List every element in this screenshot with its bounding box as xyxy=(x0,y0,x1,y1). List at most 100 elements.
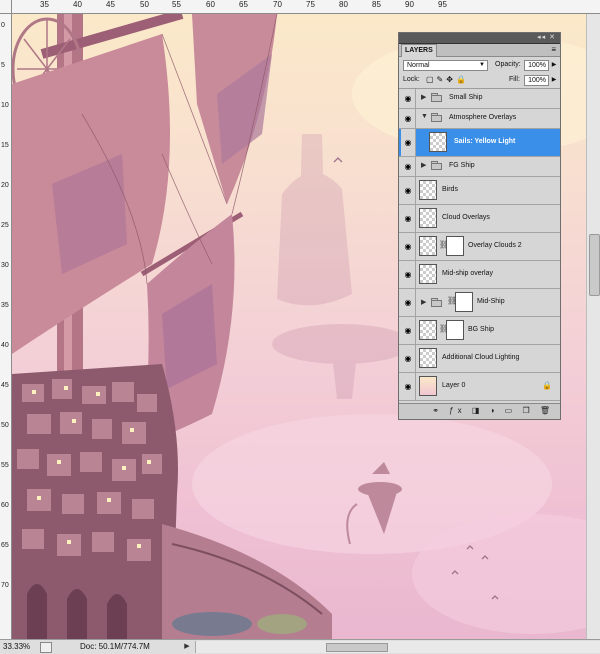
layer-name: Small Ship xyxy=(449,94,483,101)
layer-name: FG Ship xyxy=(449,162,475,169)
expand-arrow-icon[interactable]: ▶ xyxy=(421,93,426,101)
layer-birds[interactable]: ◉ Birds xyxy=(399,177,560,205)
expand-arrow-icon[interactable]: ▶ xyxy=(421,298,426,306)
ruler-tick-label: 45 xyxy=(106,0,115,9)
eye-icon[interactable]: ◉ xyxy=(401,317,416,344)
ruler-tick-label: 70 xyxy=(1,582,9,589)
eye-icon[interactable]: ◉ xyxy=(401,109,416,128)
ruler-tick-label: 15 xyxy=(1,142,9,149)
eye-icon[interactable]: ◉ xyxy=(401,205,416,232)
folder-icon xyxy=(431,113,442,122)
ruler-tick-label: 85 xyxy=(372,0,381,9)
horizontal-scrollbar[interactable] xyxy=(195,641,600,653)
zoom-level[interactable]: 33.33% xyxy=(3,642,30,651)
folder-icon xyxy=(431,161,442,170)
ruler-tick-label: 80 xyxy=(339,0,348,9)
tab-layers[interactable]: LAYERS xyxy=(401,44,437,57)
lock-label: Lock: xyxy=(403,76,420,83)
eye-icon[interactable]: ◉ xyxy=(401,345,416,372)
eye-icon[interactable]: ◉ xyxy=(401,129,416,156)
eye-icon[interactable]: ◉ xyxy=(401,89,416,108)
ruler-tick-label: 75 xyxy=(306,0,315,9)
horizontal-scroll-thumb[interactable] xyxy=(326,643,388,652)
ruler-tick-label: 60 xyxy=(206,0,215,9)
lock-fill-row: Lock: ▢✎✥🔒 Fill: 100% ▶ xyxy=(399,73,560,89)
layer-name: Mid-Ship xyxy=(477,298,505,305)
status-menu-arrow-icon[interactable]: ▶ xyxy=(183,642,191,651)
layer-group-small-ship[interactable]: ◉ ▶ Small Ship xyxy=(399,89,560,109)
ruler-tick-label: 25 xyxy=(1,222,9,229)
layer-name: Atmosphere Overlays xyxy=(449,114,517,121)
layer-mid-ship-overlay[interactable]: ◉ Mid-ship overlay xyxy=(399,261,560,289)
ruler-tick-label: 65 xyxy=(239,0,248,9)
ruler-tick-label: 0 xyxy=(1,22,5,29)
opacity-slider-arrow-icon[interactable]: ▶ xyxy=(550,60,558,71)
fill-input[interactable]: 100% xyxy=(524,75,549,86)
chevron-down-icon: ▼ xyxy=(479,62,485,68)
layer-thumbnail xyxy=(419,264,437,284)
ruler-tick-label: 10 xyxy=(1,102,9,109)
ruler-tick-label: 20 xyxy=(1,182,9,189)
folder-icon xyxy=(431,93,442,102)
fill-label: Fill: xyxy=(509,76,520,83)
layer-name: Cloud Overlays xyxy=(442,214,490,221)
horizontal-ruler[interactable]: 35 40 45 50 55 60 65 70 75 80 85 90 95 xyxy=(0,0,600,14)
eye-icon[interactable]: ◉ xyxy=(401,289,416,316)
layer-thumbnail xyxy=(419,208,437,228)
layer-0[interactable]: ◉ Layer 0 🔒 xyxy=(399,373,560,401)
opacity-label: Opacity: xyxy=(495,61,521,68)
ruler-tick-label: 5 xyxy=(1,62,5,69)
eye-icon[interactable]: ◉ xyxy=(401,373,416,400)
layer-mask-thumbnail[interactable] xyxy=(446,236,464,256)
layer-group-atmosphere-overlays[interactable]: ◉ ▼ Atmosphere Overlays xyxy=(399,109,560,129)
ruler-tick-label: 35 xyxy=(40,0,49,9)
vertical-scrollbar[interactable] xyxy=(586,14,600,639)
ruler-tick-label: 30 xyxy=(1,262,9,269)
ruler-tick-label: 55 xyxy=(172,0,181,9)
layer-bg-ship[interactable]: ◉ ⛓ BG Ship xyxy=(399,317,560,345)
collapse-close-icon[interactable]: ◂◂ ✕ xyxy=(537,34,556,42)
layer-name: Overlay Clouds 2 xyxy=(468,242,522,249)
ruler-tick-label: 65 xyxy=(1,542,9,549)
panel-titlebar[interactable]: ◂◂ ✕ xyxy=(399,33,560,44)
layer-overlay-clouds-2[interactable]: ◉ ⛓ Overlay Clouds 2 xyxy=(399,233,560,261)
navigator-icon[interactable] xyxy=(40,642,52,653)
layer-thumbnail xyxy=(429,132,447,152)
ruler-origin[interactable] xyxy=(0,0,12,14)
layer-thumbnail xyxy=(419,320,437,340)
layer-additional-cloud-lighting[interactable]: ◉ Additional Cloud Lighting xyxy=(399,345,560,373)
eye-icon[interactable]: ◉ xyxy=(401,177,416,204)
layer-group-fg-ship[interactable]: ◉ ▶ FG Ship xyxy=(399,157,560,177)
collapse-arrow-icon[interactable]: ▼ xyxy=(421,113,428,120)
layer-thumbnail xyxy=(419,348,437,368)
panel-menu-icon[interactable]: ≡ xyxy=(551,45,556,55)
fill-slider-arrow-icon[interactable]: ▶ xyxy=(550,75,558,86)
layer-name: Additional Cloud Lighting xyxy=(442,354,520,361)
layer-cloud-overlays[interactable]: ◉ Cloud Overlays xyxy=(399,205,560,233)
eye-icon[interactable]: ◉ xyxy=(401,233,416,260)
vertical-scroll-thumb[interactable] xyxy=(589,234,600,296)
blend-mode-select[interactable]: Normal ▼ xyxy=(403,60,488,71)
document-size[interactable]: Doc: 50.1M/774.7M xyxy=(80,642,150,651)
ruler-tick-label: 35 xyxy=(1,302,9,309)
expand-arrow-icon[interactable]: ▶ xyxy=(421,161,426,169)
vertical-ruler[interactable]: 0 5 10 15 20 25 30 35 40 45 50 55 60 65 … xyxy=(0,14,12,639)
ruler-tick-label: 60 xyxy=(1,502,9,509)
eye-icon[interactable]: ◉ xyxy=(401,261,416,288)
layer-mask-thumbnail[interactable] xyxy=(455,292,473,312)
layer-sails-yellow-light[interactable]: ◉ Sails: Yellow Light xyxy=(399,129,560,157)
layer-thumbnail xyxy=(419,180,437,200)
ruler-tick-label: 40 xyxy=(1,342,9,349)
panel-footer: ⚭ ƒx ◨ ◑ ▭ ❐ 🗑 xyxy=(399,403,560,419)
layer-group-mid-ship[interactable]: ◉ ▶ ⛓ Mid-Ship xyxy=(399,289,560,317)
opacity-input[interactable]: 100% xyxy=(524,60,549,71)
ruler-tick-label: 50 xyxy=(140,0,149,9)
layer-name: BG Ship xyxy=(468,326,495,333)
ruler-tick-label: 95 xyxy=(438,0,447,9)
layer-thumbnail xyxy=(419,236,437,256)
lock-options-icons[interactable]: ▢✎✥🔒 xyxy=(426,75,469,85)
layer-action-icons[interactable]: ⚭ ƒx ◨ ◑ ▭ ❐ 🗑 xyxy=(432,406,554,416)
layer-mask-thumbnail[interactable] xyxy=(446,320,464,340)
eye-icon[interactable]: ◉ xyxy=(401,157,416,176)
layers-panel: ◂◂ ✕ LAYERS ≡ Normal ▼ Opacity: 100% ▶ L… xyxy=(398,32,561,420)
